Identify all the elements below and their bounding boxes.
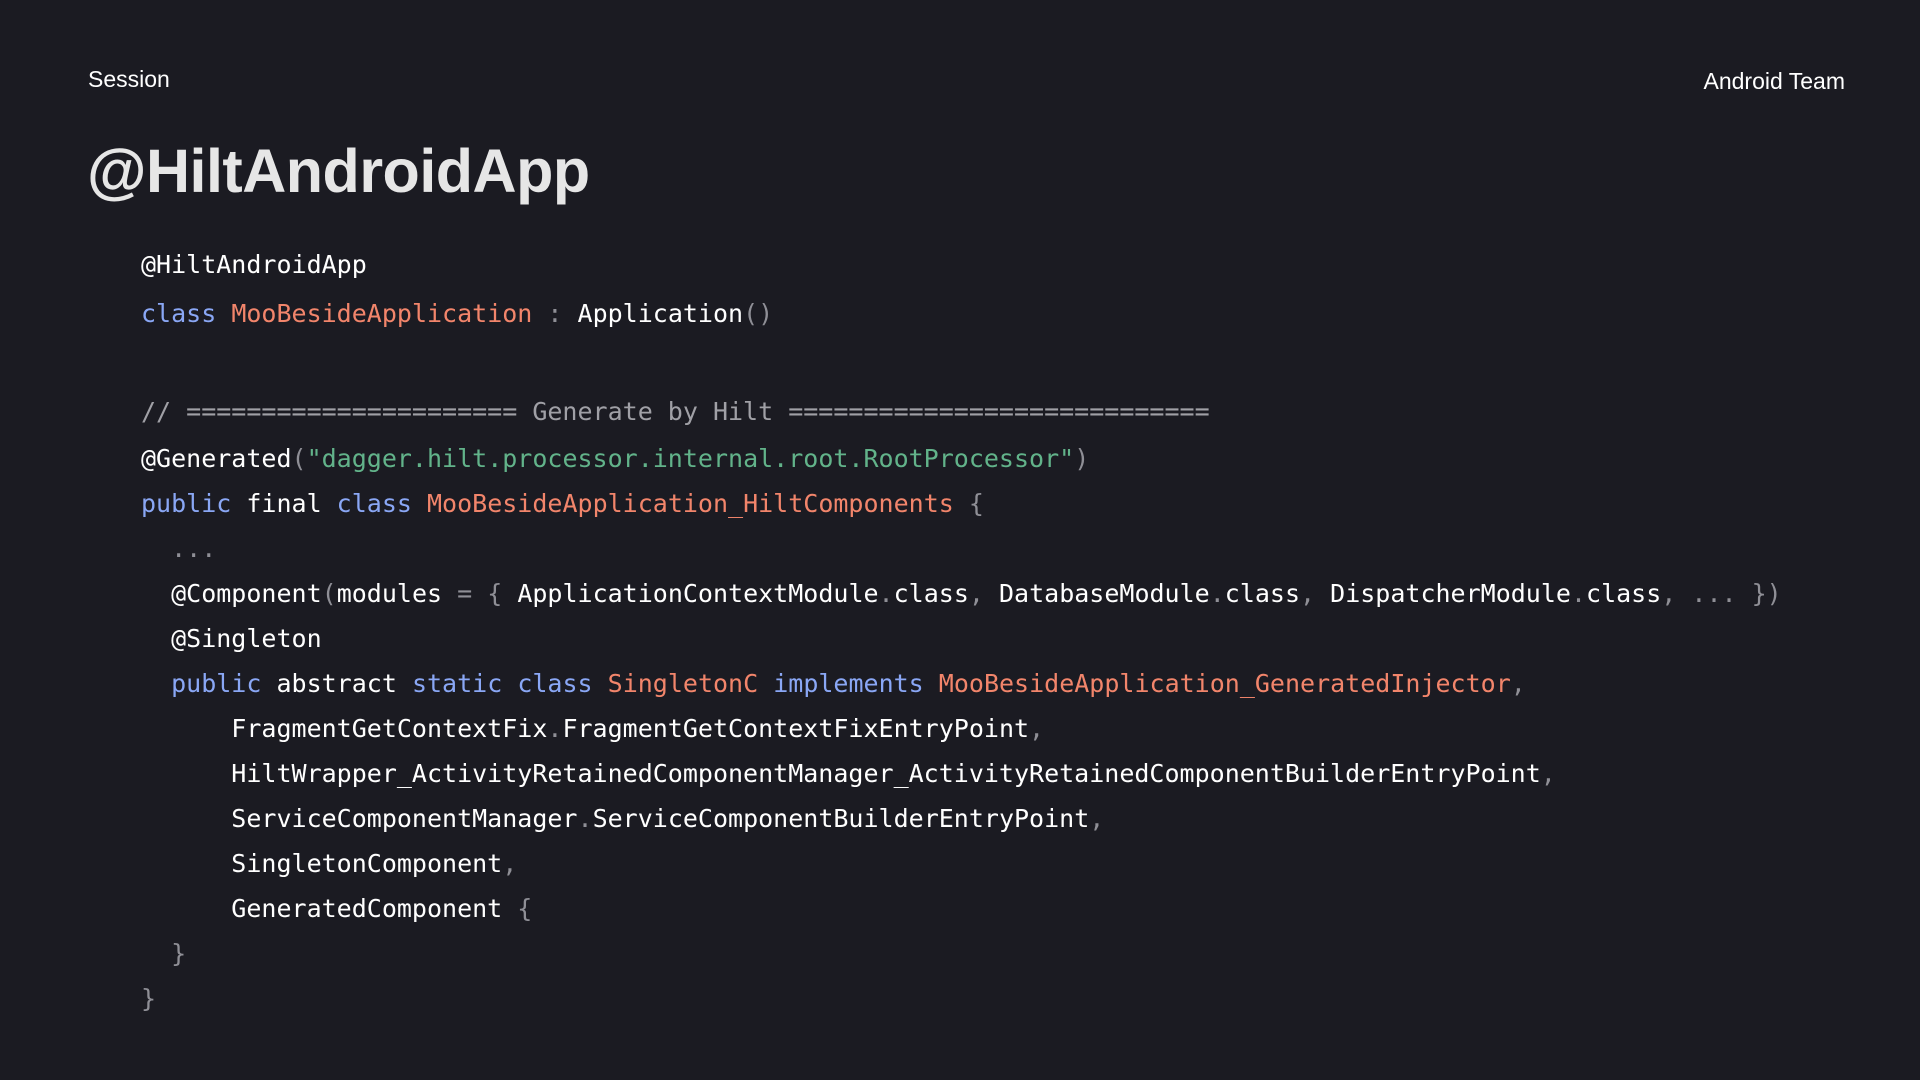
code-line: } <box>141 939 186 969</box>
code-token: DispatcherModule <box>1330 579 1571 608</box>
code-token: , <box>1089 804 1105 833</box>
code-token: MooBesideApplication <box>231 299 533 328</box>
code-token: ApplicationContextModule <box>517 579 879 608</box>
code-line: class MooBesideApplication : Application… <box>141 299 773 329</box>
code-token: , <box>1300 579 1331 608</box>
code-token: GeneratedComponent <box>141 894 503 923</box>
code-token: ( <box>321 579 337 608</box>
code-token: class <box>893 579 969 608</box>
code-token: implements <box>773 669 924 698</box>
code-token: @Component <box>141 579 322 608</box>
code-token: . <box>577 804 593 833</box>
code-token: ... <box>141 534 217 563</box>
code-token: . <box>1570 579 1587 608</box>
code-token: MooBesideApplication_GeneratedInjector <box>938 669 1511 698</box>
code-token: , <box>502 849 518 878</box>
code-token: @Generated <box>141 444 292 473</box>
code-token: @HiltAndroidApp <box>141 250 367 279</box>
code-token: public <box>141 669 262 698</box>
code-line: @Singleton <box>141 624 322 654</box>
code-line: HiltWrapper_ActivityRetainedComponentMan… <box>141 759 1556 789</box>
code-token: SingletonC <box>607 669 759 698</box>
code-token: class <box>141 299 217 328</box>
code-token: abstract <box>261 669 412 698</box>
code-token: ( <box>291 444 307 473</box>
code-token: } <box>141 984 157 1013</box>
code-line: } <box>141 984 156 1014</box>
code-line: public final class MooBesideApplication_… <box>141 489 984 519</box>
code-token: public <box>141 489 232 518</box>
code-line: GeneratedComponent { <box>141 894 532 924</box>
code-token: = { <box>442 579 518 608</box>
code-line: @Component(modules = { ApplicationContex… <box>141 579 1782 609</box>
code-line: @Generated("dagger.hilt.processor.intern… <box>141 444 1089 474</box>
code-token: , <box>1510 669 1526 698</box>
code-line: public abstract static class SingletonC … <box>141 669 1526 699</box>
code-token: . <box>547 714 563 743</box>
code-token: @Singleton <box>141 624 322 653</box>
code-token: modules <box>336 579 443 608</box>
code-token: FragmentGetContextFixEntryPoint <box>562 714 1030 743</box>
code-token: , <box>968 579 999 608</box>
code-token: class <box>336 489 412 518</box>
code-token: } <box>141 939 187 968</box>
code-line: FragmentGetContextFix.FragmentGetContext… <box>141 714 1044 744</box>
code-token: class <box>1586 579 1662 608</box>
code-token: , <box>1540 759 1556 788</box>
code-line: SingletonComponent, <box>141 849 517 879</box>
code-token: final <box>231 489 337 518</box>
code-token: { <box>953 489 984 518</box>
code-token: DatabaseModule <box>998 579 1210 608</box>
code-token: "dagger.hilt.processor.internal.root.Roo… <box>306 444 1075 473</box>
code-token: FragmentGetContextFix <box>141 714 548 743</box>
code-block: @HiltAndroidApp class MooBesideApplicati… <box>141 0 1782 1013</box>
code-line: ServiceComponentManager.ServiceComponent… <box>141 804 1104 834</box>
code-token: , ... }) <box>1661 579 1782 608</box>
code-token: class <box>517 669 593 698</box>
code-token: , <box>1029 714 1045 743</box>
code-token: MooBesideApplication_HiltComponents <box>427 489 954 518</box>
code-token: ) <box>1074 444 1090 473</box>
code-token: static <box>411 669 503 698</box>
team-label: Android Team <box>1703 68 1846 94</box>
code-token: () <box>743 299 774 328</box>
code-token: { <box>502 894 533 923</box>
code-token: class <box>1224 579 1301 608</box>
code-token: Application <box>577 299 744 328</box>
code-token: ServiceComponentManager <box>141 804 578 833</box>
code-line: @HiltAndroidApp <box>141 250 367 280</box>
code-token: HiltWrapper_ActivityRetainedComponentMan… <box>141 759 1541 788</box>
code-token: . <box>878 579 894 608</box>
code-token: ServiceComponentBuilderEntryPoint <box>592 804 1090 833</box>
code-line: ... <box>141 534 216 564</box>
code-token: . <box>1209 579 1225 608</box>
code-comment-line: // ====================== Generate by Hi… <box>141 397 1210 427</box>
code-token: : <box>532 299 578 328</box>
code-token: // ====================== Generate by Hi… <box>141 397 1210 426</box>
code-token: SingletonComponent <box>141 849 503 878</box>
